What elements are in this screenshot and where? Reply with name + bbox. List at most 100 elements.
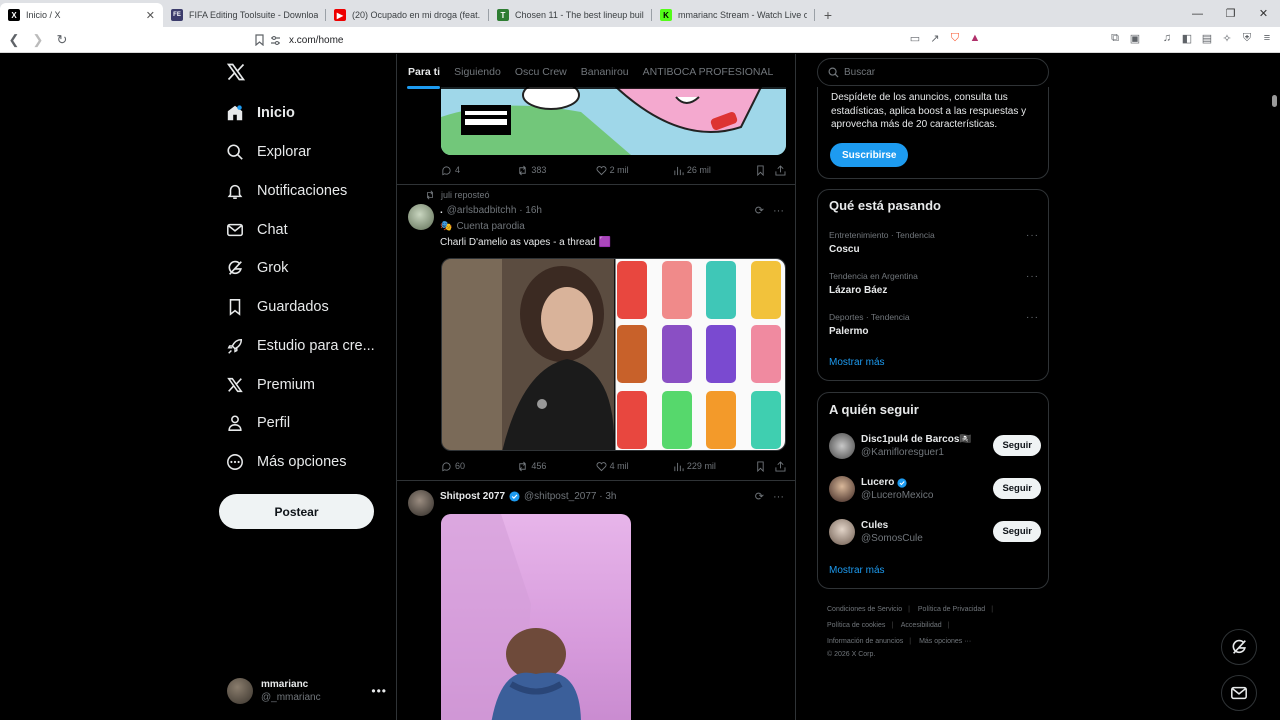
- like-button[interactable]: 2 mil: [596, 165, 673, 176]
- share-icon[interactable]: ↗: [928, 31, 942, 45]
- cast-icon[interactable]: ▭: [908, 31, 922, 45]
- nav-item-perfil[interactable]: Perfil: [226, 408, 396, 438]
- more-dots-icon[interactable]: ···: [1026, 230, 1039, 241]
- nav-item-grok[interactable]: Grok: [226, 253, 396, 283]
- footer-link[interactable]: Más opciones ···: [919, 638, 971, 645]
- author-handle[interactable]: @shitpost_2077 · 3h: [524, 491, 616, 502]
- author-name[interactable]: Shitpost 2077: [440, 491, 505, 502]
- tab-para-ti[interactable]: Para ti: [397, 54, 441, 89]
- wallet-icon[interactable]: ▣: [1128, 31, 1142, 45]
- menu-icon[interactable]: ≡: [1260, 31, 1274, 45]
- nav-item-premium[interactable]: Premium: [226, 370, 396, 400]
- footer-link[interactable]: Información de anuncios: [827, 638, 903, 645]
- grok-icon[interactable]: ⟳: [755, 490, 764, 503]
- author-handle[interactable]: @arlsbadbitchh · 16h: [447, 205, 542, 216]
- repost-button[interactable]: 456: [517, 461, 595, 472]
- trend-item[interactable]: Entretenimiento · Tendencia Coscu ···: [829, 230, 1039, 255]
- more-dots-icon[interactable]: •••: [371, 684, 387, 698]
- forward-icon[interactable]: ❯: [28, 30, 48, 50]
- new-tab-button[interactable]: +: [815, 3, 841, 27]
- site-settings-icon[interactable]: [270, 35, 281, 46]
- vpn-icon[interactable]: ⛨: [1240, 31, 1254, 45]
- repost-indicator[interactable]: juli reposteó: [425, 190, 490, 200]
- reload-icon[interactable]: ↻: [52, 30, 72, 50]
- show-more-link[interactable]: Mostrar más: [829, 357, 885, 368]
- x-logo-icon[interactable]: [226, 62, 246, 82]
- search-input[interactable]: Buscar: [817, 58, 1049, 86]
- nav-item-estudio[interactable]: Estudio para cre...: [226, 331, 396, 361]
- author-name[interactable]: .: [440, 205, 443, 216]
- follow-button[interactable]: Seguir: [993, 478, 1041, 499]
- subscribe-button[interactable]: Suscribirse: [830, 143, 909, 167]
- close-tab-icon[interactable]: ✕: [146, 9, 155, 22]
- trend-item[interactable]: Tendencia en Argentina Lázaro Báez ···: [829, 271, 1039, 296]
- like-button[interactable]: 4 mil: [596, 461, 673, 472]
- show-more-link[interactable]: Mostrar más: [829, 565, 885, 576]
- browser-tab-chosen11[interactable]: T Chosen 11 - The best lineup builder: [489, 3, 652, 27]
- nav-item-mas-opciones[interactable]: Más opciones: [226, 447, 396, 477]
- browser-tab-x[interactable]: X Inicio / X ✕: [0, 3, 163, 27]
- share-icon[interactable]: [775, 460, 786, 472]
- footer-link[interactable]: Condiciones de Servicio: [827, 606, 902, 613]
- avatar[interactable]: [408, 204, 434, 230]
- footer-link[interactable]: Accesibilidad: [901, 622, 942, 629]
- brave-shield-icon[interactable]: ⛉: [948, 31, 962, 45]
- nav-item-explorar[interactable]: Explorar: [226, 137, 396, 167]
- account-switcher[interactable]: mmarianc @_mmarianc •••: [227, 676, 387, 706]
- scrollbar-thumb[interactable]: [1272, 95, 1277, 107]
- follow-suggestion[interactable]: Lucero @LuceroMexico Seguir: [829, 474, 1041, 504]
- messages-float-button[interactable]: [1221, 675, 1257, 711]
- tab-oscu-crew[interactable]: Oscu Crew: [504, 54, 567, 89]
- sidebar-icon[interactable]: ◧: [1180, 31, 1194, 45]
- leo-icon[interactable]: ✧: [1220, 31, 1234, 45]
- views-button[interactable]: 229 mil: [673, 461, 755, 472]
- restore-icon[interactable]: ❐: [1214, 0, 1247, 27]
- reply-button[interactable]: 60: [441, 461, 517, 472]
- post-media-image[interactable]: [441, 258, 786, 451]
- nav-item-guardados[interactable]: Guardados: [226, 292, 396, 322]
- follow-button[interactable]: Seguir: [993, 435, 1041, 456]
- avatar[interactable]: [408, 490, 434, 516]
- tab-antiboca[interactable]: ANTIBOCA PROFESIONAL: [632, 54, 774, 89]
- bookmark-icon[interactable]: [755, 461, 766, 472]
- tab-bananirou[interactable]: Bananirou: [570, 54, 629, 89]
- trend-item[interactable]: Deportes · Tendencia Palermo ···: [829, 312, 1039, 337]
- back-icon[interactable]: ❮: [4, 30, 24, 50]
- more-dots-icon[interactable]: ···: [773, 491, 784, 503]
- crypto-wallet-icon[interactable]: ▤: [1200, 31, 1214, 45]
- post-media-video[interactable]: [441, 514, 631, 720]
- bookmark-icon[interactable]: [755, 165, 766, 176]
- follow-button[interactable]: Seguir: [993, 521, 1041, 542]
- brave-rewards-icon[interactable]: ▲: [968, 31, 982, 45]
- minimize-icon[interactable]: —: [1181, 0, 1214, 27]
- address-bar[interactable]: x.com/home: [270, 31, 990, 49]
- close-window-icon[interactable]: ✕: [1247, 0, 1280, 27]
- grok-icon[interactable]: ⟳: [755, 204, 764, 217]
- footer-link[interactable]: Política de cookies: [827, 622, 885, 629]
- share-icon[interactable]: [775, 164, 786, 176]
- views-button[interactable]: 26 mil: [673, 165, 755, 176]
- post-media-image[interactable]: [441, 87, 786, 155]
- more-dots-icon[interactable]: ···: [1026, 271, 1039, 282]
- nav-item-notificaciones[interactable]: Notificaciones: [226, 176, 396, 206]
- page-scrollbar[interactable]: [1272, 60, 1278, 715]
- grok-float-button[interactable]: [1221, 629, 1257, 665]
- nav-item-inicio[interactable]: Inicio: [226, 98, 396, 128]
- extension-icon[interactable]: ⧉: [1108, 31, 1122, 45]
- reply-button[interactable]: 4: [441, 165, 517, 176]
- tab-siguiendo[interactable]: Siguiendo: [443, 54, 501, 89]
- follow-suggestion[interactable]: Cules @SomosCule Seguir: [829, 517, 1041, 547]
- avatar: [829, 476, 855, 502]
- browser-tab-kick[interactable]: K mmarianc Stream - Watch Live on Ki: [652, 3, 815, 27]
- more-dots-icon[interactable]: ···: [1026, 312, 1039, 323]
- more-dots-icon[interactable]: ···: [773, 205, 784, 217]
- media-icon[interactable]: ♫: [1160, 31, 1174, 45]
- repost-button[interactable]: 383: [517, 165, 595, 176]
- nav-item-chat[interactable]: Chat: [226, 215, 396, 245]
- bookmark-page-icon[interactable]: [249, 30, 269, 50]
- follow-suggestion[interactable]: Disc1pul4 de Barcos🏴‍☠️ @Kamifloresguer1…: [829, 431, 1041, 461]
- post-button[interactable]: Postear: [219, 494, 374, 529]
- browser-tab-fifa[interactable]: FE FIFA Editing Toolsuite - Download: [163, 3, 326, 27]
- footer-link[interactable]: Política de Privacidad: [918, 606, 985, 613]
- browser-tab-youtube[interactable]: ▶ (20) Ocupado en mi droga (feat. kiet: [326, 3, 489, 27]
